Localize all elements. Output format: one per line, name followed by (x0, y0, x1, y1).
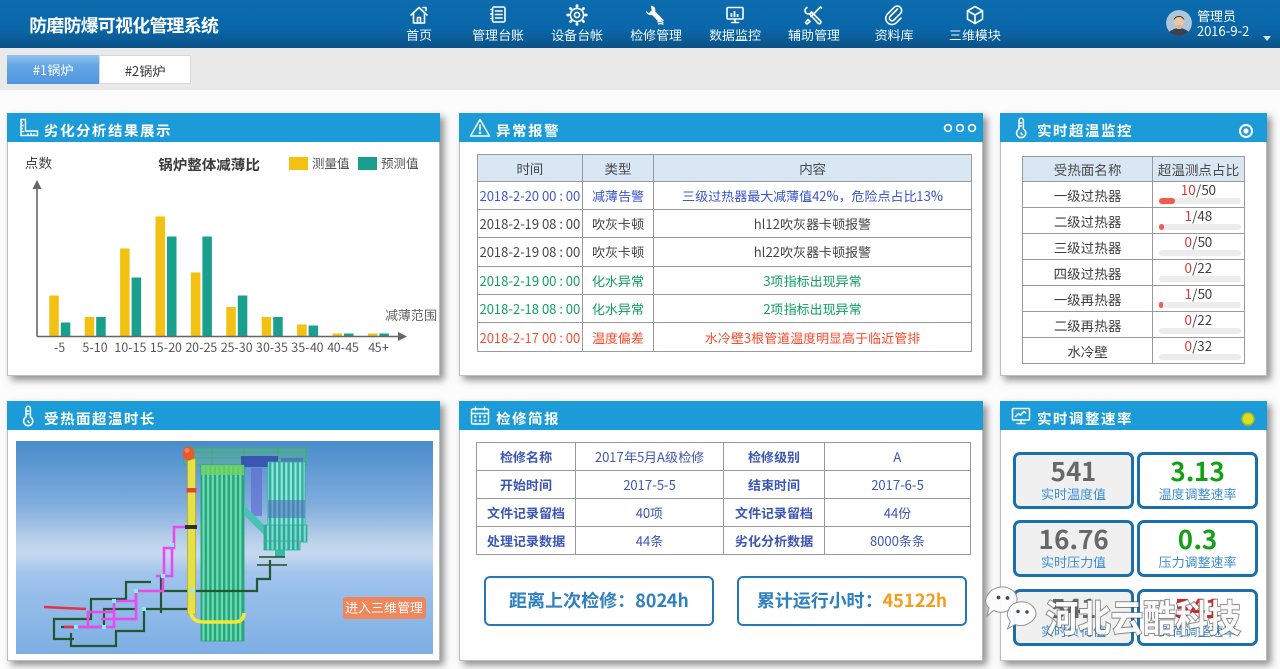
svg-text:25-30: 25-30 (221, 337, 253, 356)
svg-text:减薄范围: 减薄范围 (385, 305, 437, 324)
svg-text:-5: -5 (54, 337, 65, 356)
svg-text:10-15: 10-15 (115, 337, 147, 356)
svg-text:30-35: 30-35 (256, 337, 288, 356)
svg-text:15-20: 15-20 (150, 337, 182, 356)
svg-text:预测值: 预测值 (381, 153, 419, 172)
svg-text:测量值: 测量值 (312, 153, 350, 172)
svg-text:点数: 点数 (25, 152, 52, 172)
svg-text:40-45: 40-45 (327, 337, 359, 356)
svg-text:5-10: 5-10 (82, 337, 108, 356)
svg-text:45+: 45+ (368, 337, 389, 356)
svg-text:35-40: 35-40 (292, 337, 324, 356)
svg-text:20-25: 20-25 (185, 337, 217, 356)
svg-text:河北云酷科技: 河北云酷科技 (1046, 589, 1241, 644)
svg-text:进入三维管理: 进入三维管理 (345, 598, 423, 617)
svg-text:锅炉整体减薄比: 锅炉整体减薄比 (158, 154, 260, 175)
